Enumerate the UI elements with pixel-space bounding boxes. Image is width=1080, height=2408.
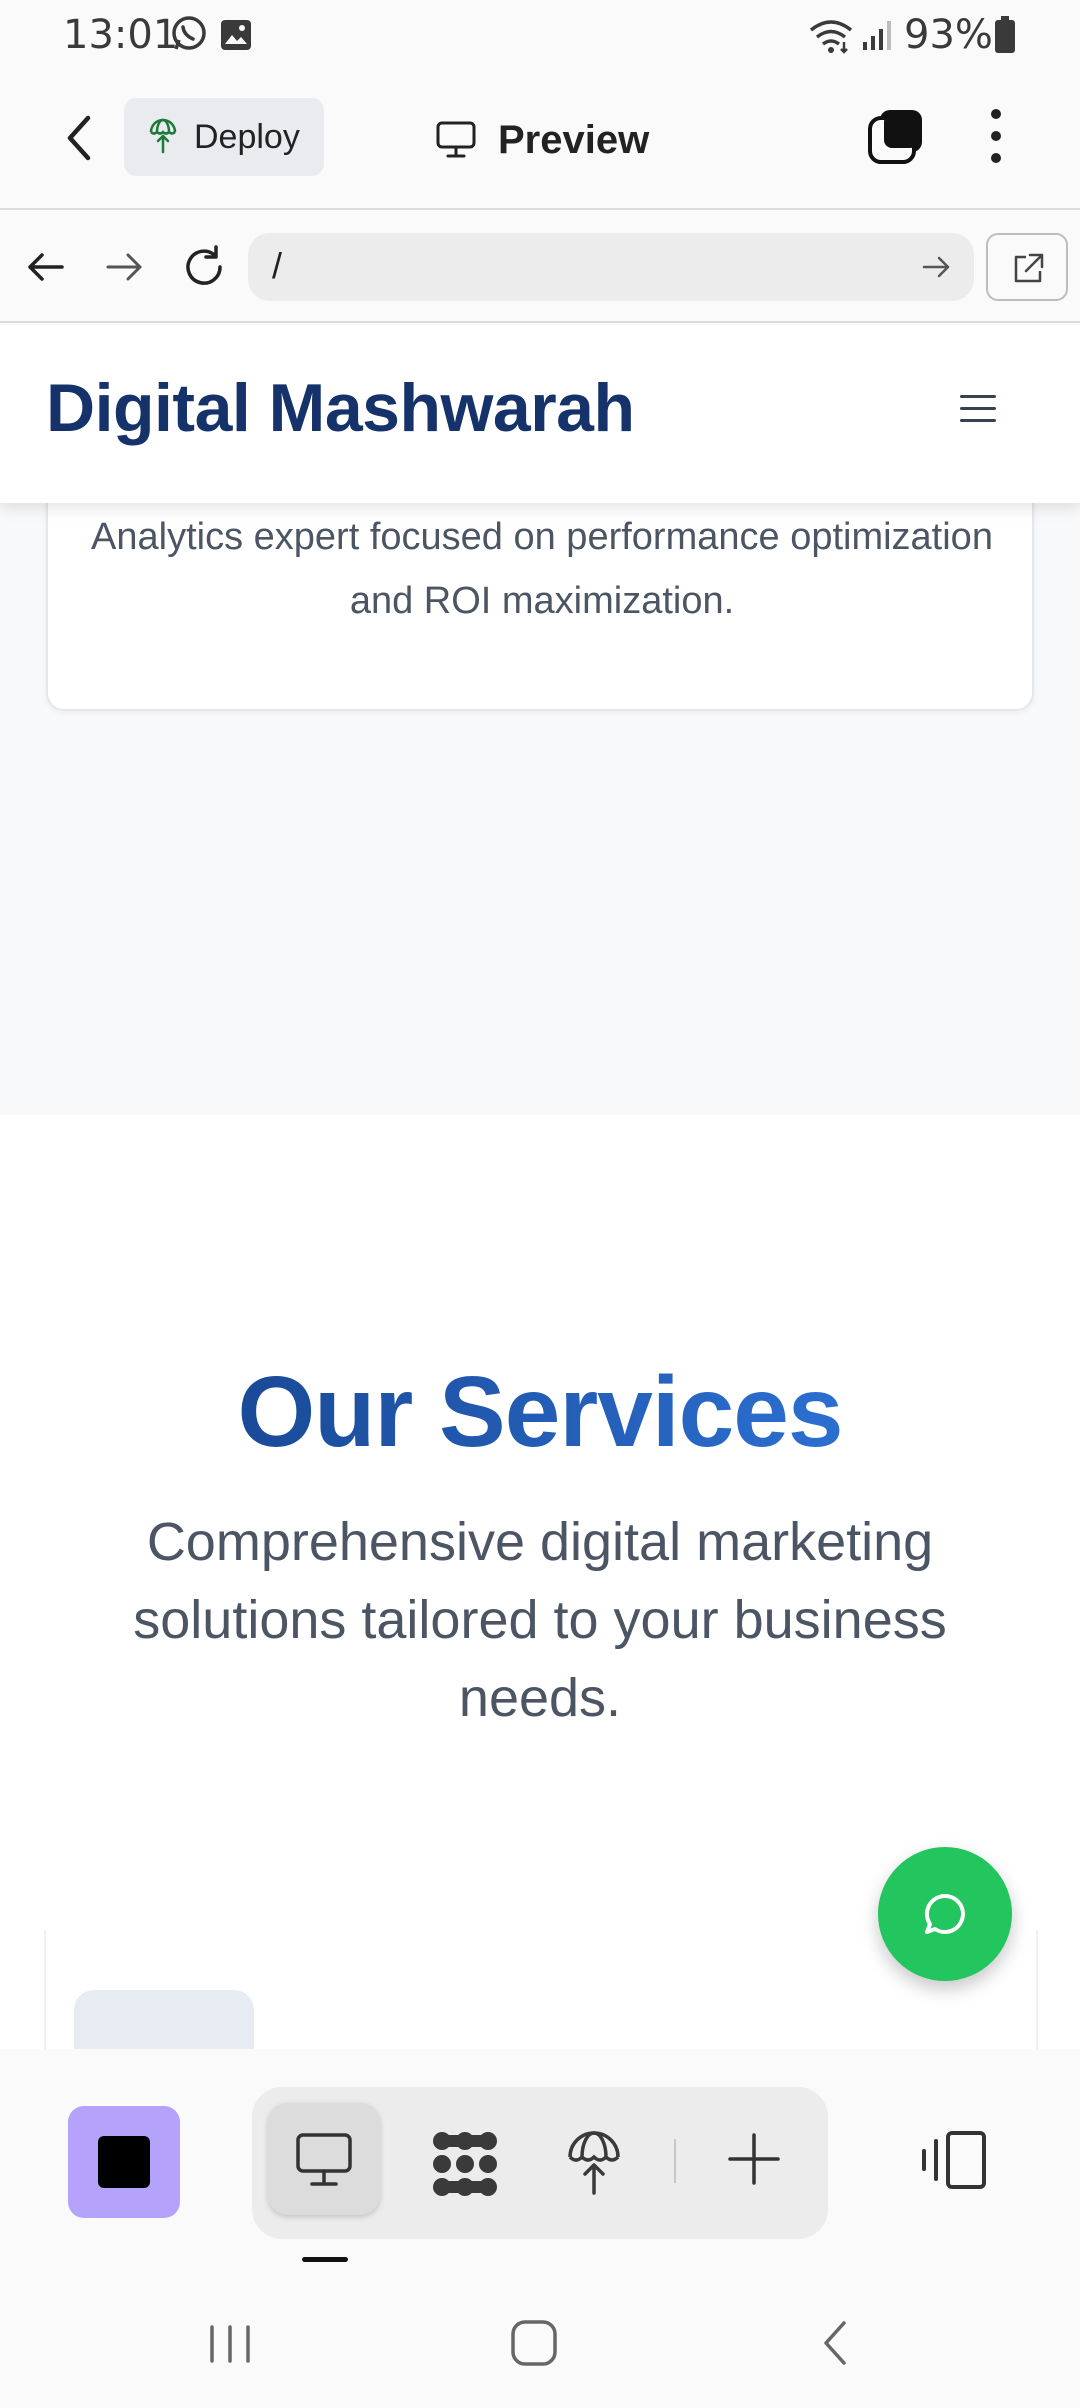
cluster-icon (433, 2132, 497, 2196)
signal-icon (863, 21, 891, 50)
chat-bubble-icon (924, 1893, 965, 1934)
app-bar: Deploy Preview (0, 76, 1080, 210)
services-heading-text: Our Services (237, 1356, 843, 1468)
tabs-icon[interactable] (866, 106, 926, 166)
home-icon[interactable] (504, 2313, 564, 2373)
recents-icon[interactable] (200, 2313, 260, 2373)
hamburger-menu-icon[interactable] (960, 395, 996, 425)
webview: Digital Mashwarah Analytics expert focus… (0, 325, 1080, 2050)
external-link-icon (1014, 253, 1044, 283)
stop-icon (98, 2136, 150, 2188)
deploy-tool-button[interactable] (538, 2103, 650, 2215)
card-description: Analytics expert focused on performance … (91, 516, 993, 622)
browser-forward-icon[interactable] (96, 239, 152, 295)
chat-fab-button[interactable] (878, 1847, 1012, 1981)
agents-tool-button[interactable] (404, 2103, 516, 2215)
screen: 13:01 93% Deploy Preview / Digital Mashw… (0, 0, 1080, 2408)
stop-button[interactable] (68, 2106, 180, 2218)
services-subtitle: Comprehensive digital marketing solution… (133, 1512, 947, 1728)
status-bar: 13:01 93% (0, 0, 1080, 76)
site-header: Digital Mashwarah (0, 325, 1080, 503)
go-arrow-icon[interactable] (920, 251, 952, 283)
status-time: 13:01 (63, 12, 179, 58)
tool-group (252, 2087, 828, 2239)
active-tab-indicator (302, 2257, 348, 2262)
toolbar-divider (674, 2139, 676, 2183)
deploy-icon (149, 118, 177, 154)
system-back-icon[interactable] (806, 2313, 866, 2373)
battery-percent: 93% (904, 12, 993, 58)
browser-back-icon[interactable] (18, 239, 74, 295)
whatsapp-icon (172, 16, 206, 50)
url-input-value: / (272, 245, 283, 286)
deploy-label: Deploy (194, 117, 300, 156)
more-options-icon[interactable] (976, 104, 1016, 168)
url-bar: / (0, 211, 1080, 323)
reload-icon[interactable] (176, 239, 232, 295)
service-card-icon (74, 1990, 254, 2050)
add-tool-button[interactable] (698, 2103, 810, 2215)
open-external-button[interactable] (986, 233, 1068, 301)
side-panel-icon[interactable] (918, 2129, 990, 2193)
deploy-icon (568, 2131, 620, 2195)
back-arrow-icon[interactable] (52, 106, 108, 170)
gallery-icon (221, 20, 251, 50)
plus-icon (728, 2133, 780, 2185)
wifi-icon (809, 20, 853, 54)
preview-tool-button[interactable] (268, 2103, 380, 2215)
deploy-button[interactable]: Deploy (124, 98, 324, 176)
battery-icon (995, 16, 1015, 53)
monitor-icon (296, 2133, 352, 2186)
page-title-label: Preview (498, 117, 650, 162)
page-title: Preview (436, 110, 649, 170)
bottom-toolbar (0, 2049, 1080, 2279)
site-logo[interactable]: Digital Mashwarah (46, 369, 635, 447)
monitor-icon (436, 121, 476, 158)
url-input[interactable]: / (248, 233, 974, 301)
services-heading: Our Services (0, 1355, 1080, 1470)
system-nav-bar (0, 2279, 1080, 2408)
